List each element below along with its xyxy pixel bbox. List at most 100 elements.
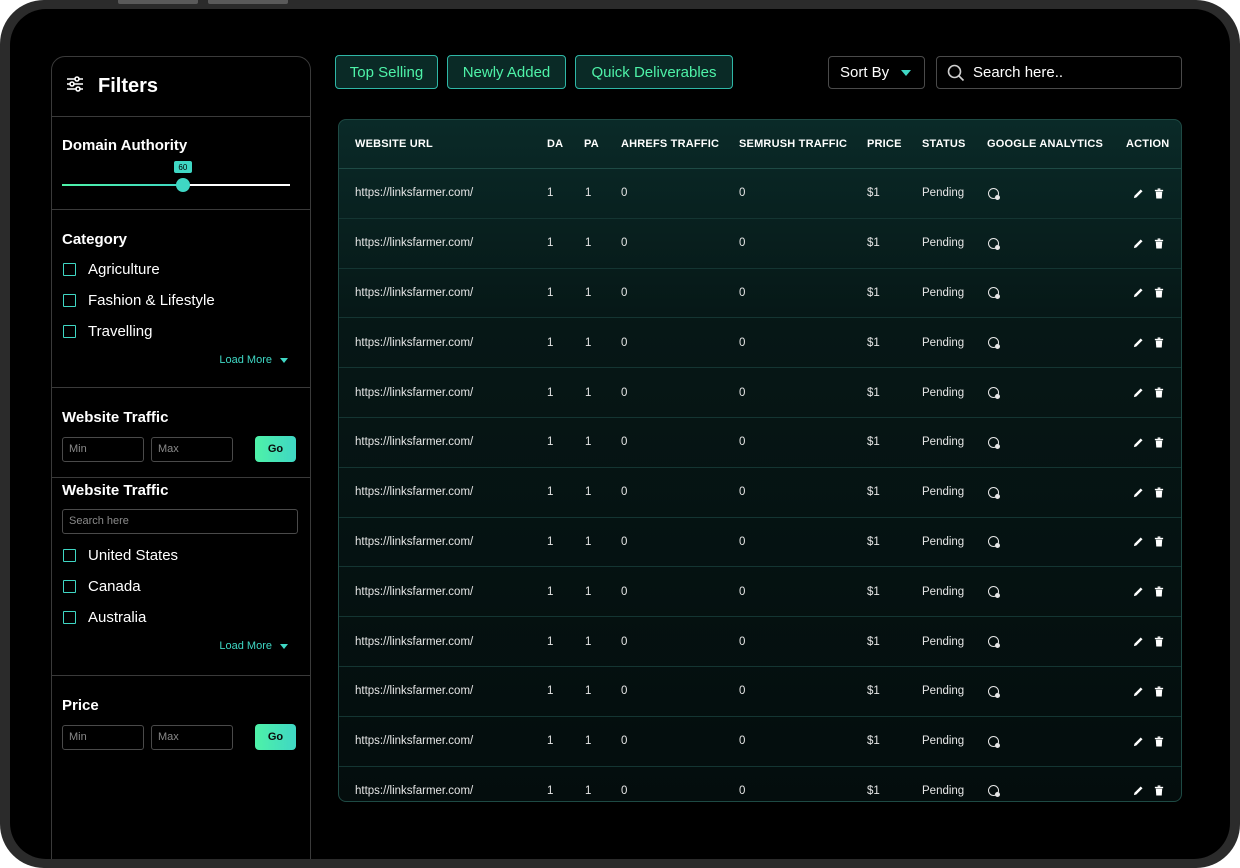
website-url[interactable]: https://linksfarmer.com/ bbox=[355, 318, 473, 367]
checkbox[interactable] bbox=[63, 325, 76, 338]
checkbox[interactable] bbox=[63, 263, 76, 276]
checkbox[interactable] bbox=[63, 549, 76, 562]
website-url[interactable]: https://linksfarmer.com/ bbox=[355, 717, 473, 766]
sliders-icon[interactable] bbox=[66, 76, 84, 97]
edit-icon[interactable] bbox=[1133, 437, 1144, 448]
search-input[interactable]: Search here.. bbox=[936, 56, 1182, 89]
website-url[interactable]: https://linksfarmer.com/ bbox=[355, 219, 473, 268]
website-url[interactable]: https://linksfarmer.com/ bbox=[355, 567, 473, 616]
analytics-icon[interactable] bbox=[988, 436, 1000, 449]
checkbox[interactable] bbox=[63, 611, 76, 624]
trash-icon[interactable] bbox=[1154, 536, 1164, 548]
checkbox[interactable] bbox=[63, 580, 76, 593]
table-row[interactable]: https://linksfarmer.com/ 1 1 0 0 $1 Pend… bbox=[339, 219, 1181, 269]
trash-icon[interactable] bbox=[1154, 337, 1164, 348]
table-row[interactable]: https://linksfarmer.com/ 1 1 0 0 $1 Pend… bbox=[339, 667, 1181, 717]
analytics-icon[interactable] bbox=[988, 785, 1000, 798]
category-option[interactable]: Travelling bbox=[62, 316, 300, 347]
trash-icon[interactable] bbox=[1154, 437, 1164, 448]
website-url[interactable]: https://linksfarmer.com/ bbox=[355, 667, 473, 716]
analytics-icon[interactable] bbox=[988, 337, 1000, 350]
analytics-icon[interactable] bbox=[988, 387, 1000, 400]
sort-dropdown[interactable]: Sort By bbox=[828, 56, 925, 89]
chip-newly-added[interactable]: Newly Added bbox=[447, 55, 566, 89]
table-row[interactable]: https://linksfarmer.com/ 1 1 0 0 $1 Pend… bbox=[339, 368, 1181, 418]
country-option[interactable]: Canada bbox=[62, 571, 300, 602]
website-url[interactable]: https://linksfarmer.com/ bbox=[355, 518, 473, 567]
trash-icon[interactable] bbox=[1154, 785, 1164, 796]
edit-icon[interactable] bbox=[1133, 487, 1144, 498]
edit-icon[interactable] bbox=[1133, 636, 1144, 647]
price-go-button[interactable]: Go bbox=[255, 724, 296, 750]
analytics-icon[interactable] bbox=[988, 287, 1000, 300]
table-row[interactable]: https://linksfarmer.com/ 1 1 0 0 $1 Pend… bbox=[339, 468, 1181, 518]
trash-icon[interactable] bbox=[1154, 387, 1164, 398]
col-header[interactable]: ACTION bbox=[1126, 120, 1169, 168]
trash-icon[interactable] bbox=[1154, 586, 1164, 597]
analytics-icon[interactable] bbox=[988, 685, 1000, 698]
edit-icon[interactable] bbox=[1133, 586, 1144, 597]
trash-icon[interactable] bbox=[1154, 736, 1164, 747]
table-row[interactable]: https://linksfarmer.com/ 1 1 0 0 $1 Pend… bbox=[339, 617, 1181, 667]
col-header[interactable]: DA bbox=[547, 120, 563, 168]
edit-icon[interactable] bbox=[1133, 287, 1144, 298]
analytics-icon[interactable] bbox=[988, 187, 1000, 200]
edit-icon[interactable] bbox=[1133, 387, 1144, 398]
trash-icon[interactable] bbox=[1154, 636, 1164, 647]
price-min-input[interactable]: Min bbox=[62, 724, 144, 750]
table-row[interactable]: https://linksfarmer.com/ 1 1 0 0 $1 Pend… bbox=[339, 717, 1181, 767]
analytics-icon[interactable] bbox=[988, 536, 1000, 549]
country-search-input[interactable]: Search here bbox=[62, 509, 298, 534]
edit-icon[interactable] bbox=[1133, 785, 1144, 796]
col-header[interactable]: PRICE bbox=[867, 120, 902, 168]
traffic-min-input[interactable]: Min bbox=[62, 436, 144, 462]
analytics-icon[interactable] bbox=[988, 636, 1000, 649]
country-option[interactable]: Australia bbox=[62, 602, 300, 633]
trash-icon[interactable] bbox=[1154, 487, 1164, 498]
price-max-input[interactable]: Max bbox=[151, 724, 233, 750]
col-header[interactable]: SEMRUSH TRAFFIC bbox=[739, 120, 847, 168]
website-url[interactable]: https://linksfarmer.com/ bbox=[355, 368, 473, 417]
col-header[interactable]: PA bbox=[584, 120, 599, 168]
trash-icon[interactable] bbox=[1154, 238, 1164, 249]
country-load-more[interactable]: Load More bbox=[62, 640, 300, 652]
edit-icon[interactable] bbox=[1133, 188, 1144, 199]
table-row[interactable]: https://linksfarmer.com/ 1 1 0 0 $1 Pend… bbox=[339, 518, 1181, 568]
col-header[interactable]: STATUS bbox=[922, 120, 966, 168]
category-load-more[interactable]: Load More bbox=[62, 354, 300, 366]
analytics-icon[interactable] bbox=[988, 486, 1000, 499]
trash-icon[interactable] bbox=[1154, 287, 1164, 299]
col-header[interactable]: GOOGLE ANALYTICS bbox=[987, 120, 1103, 168]
website-url[interactable]: https://linksfarmer.com/ bbox=[355, 269, 473, 318]
checkbox[interactable] bbox=[63, 294, 76, 307]
analytics-icon[interactable] bbox=[988, 586, 1000, 599]
category-option[interactable]: Fashion & Lifestyle bbox=[62, 285, 300, 316]
table-row[interactable]: https://linksfarmer.com/ 1 1 0 0 $1 Pend… bbox=[339, 767, 1181, 801]
table-row[interactable]: https://linksfarmer.com/ 1 1 0 0 $1 Pend… bbox=[339, 269, 1181, 319]
website-url[interactable]: https://linksfarmer.com/ bbox=[355, 169, 473, 218]
edit-icon[interactable] bbox=[1133, 337, 1144, 348]
website-url[interactable]: https://linksfarmer.com/ bbox=[355, 418, 473, 467]
chip-quick-deliverables[interactable]: Quick Deliverables bbox=[575, 55, 733, 89]
col-header[interactable]: WEBSITE URL bbox=[355, 120, 433, 168]
chip-top-selling[interactable]: Top Selling bbox=[335, 55, 438, 89]
table-row[interactable]: https://linksfarmer.com/ 1 1 0 0 $1 Pend… bbox=[339, 418, 1181, 468]
slider-thumb[interactable] bbox=[175, 178, 190, 192]
table-row[interactable]: https://linksfarmer.com/ 1 1 0 0 $1 Pend… bbox=[339, 169, 1181, 219]
trash-icon[interactable] bbox=[1154, 188, 1164, 199]
table-row[interactable]: https://linksfarmer.com/ 1 1 0 0 $1 Pend… bbox=[339, 318, 1181, 369]
traffic-max-input[interactable]: Max bbox=[151, 436, 233, 462]
category-option[interactable]: Agriculture bbox=[62, 254, 300, 285]
website-url[interactable]: https://linksfarmer.com/ bbox=[355, 617, 473, 666]
trash-icon[interactable] bbox=[1154, 686, 1164, 697]
analytics-icon[interactable] bbox=[988, 735, 1000, 748]
traffic-go-button[interactable]: Go bbox=[255, 436, 296, 462]
country-option[interactable]: United States bbox=[62, 540, 300, 571]
edit-icon[interactable] bbox=[1133, 736, 1144, 747]
website-url[interactable]: https://linksfarmer.com/ bbox=[355, 468, 473, 517]
analytics-icon[interactable] bbox=[988, 237, 1000, 250]
website-url[interactable]: https://linksfarmer.com/ bbox=[355, 767, 473, 801]
edit-icon[interactable] bbox=[1133, 686, 1144, 697]
col-header[interactable]: AHREFS TRAFFIC bbox=[621, 120, 719, 168]
edit-icon[interactable] bbox=[1133, 536, 1144, 547]
